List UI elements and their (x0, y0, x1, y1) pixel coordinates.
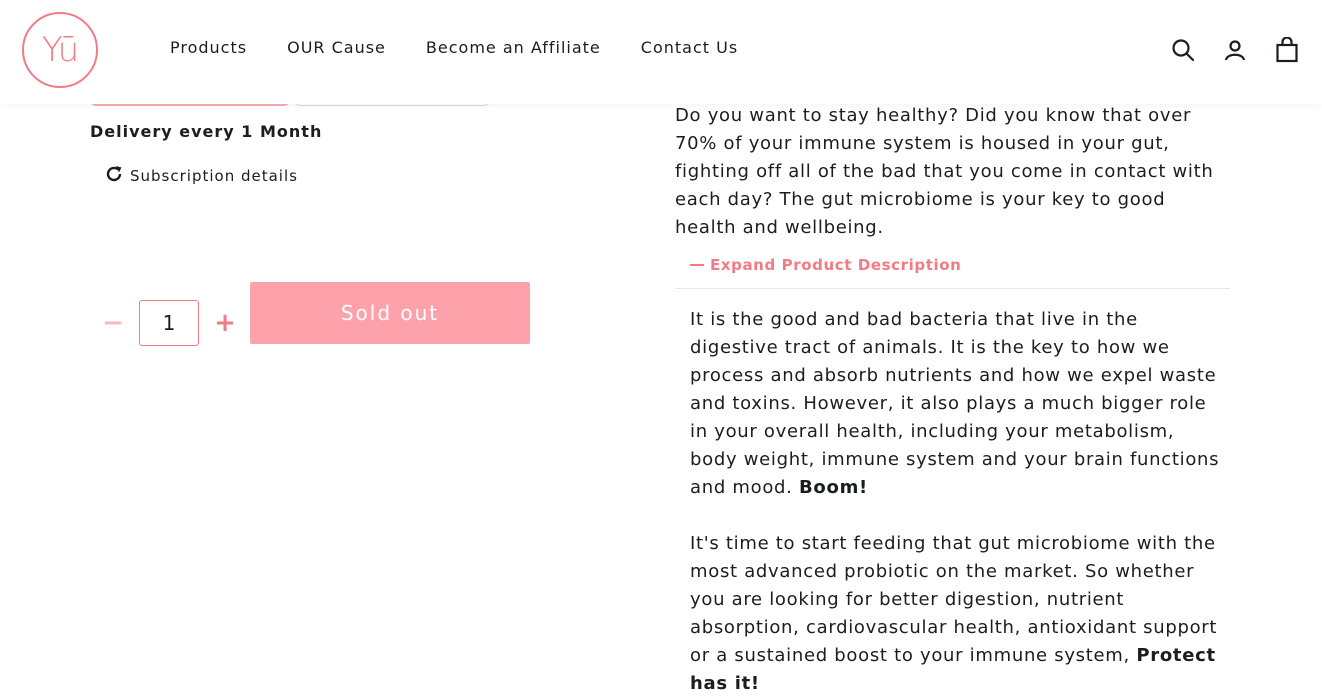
refresh-icon (104, 164, 124, 188)
brand-logo[interactable]: Yū (22, 12, 98, 88)
nav-item-products[interactable]: Products (170, 38, 247, 57)
quantity-increase-button[interactable]: + (212, 308, 238, 338)
collapse-dash-icon (690, 264, 704, 266)
expand-description-toggle[interactable]: Expand Product Description (690, 256, 961, 274)
account-icon[interactable] (1222, 34, 1248, 66)
header-icons (1170, 34, 1300, 66)
search-icon[interactable] (1170, 34, 1196, 66)
site-header: Yū Products OUR Cause Become an Affiliat… (0, 0, 1322, 104)
nav-item-become-affiliate[interactable]: Become an Affiliate (426, 38, 601, 57)
product-intro-text: Do you want to stay healthy? Did you kno… (675, 105, 1214, 238)
product-description: It is the good and bad bacteria that liv… (690, 306, 1220, 698)
quantity-decrease-button[interactable]: − (100, 308, 126, 338)
expand-description-label: Expand Product Description (710, 256, 962, 274)
delivery-frequency: Delivery every 1 Month (90, 122, 323, 141)
main-nav: Products OUR Cause Become an Affiliate C… (170, 38, 738, 57)
description-paragraph-1: It is the good and bad bacteria that liv… (690, 306, 1220, 502)
nav-item-contact-us[interactable]: Contact Us (641, 38, 738, 57)
nav-item-our-cause[interactable]: OUR Cause (287, 38, 386, 57)
description-paragraph-1-text: It is the good and bad bacteria that liv… (690, 309, 1220, 498)
cart-icon[interactable] (1274, 34, 1300, 66)
description-divider (675, 288, 1230, 289)
description-paragraph-1-bold: Boom! (799, 477, 868, 498)
subscription-details-label: Subscription details (130, 167, 298, 185)
quantity-input[interactable] (139, 300, 199, 346)
description-paragraph-2: It's time to start feeding that gut micr… (690, 530, 1220, 698)
quantity-stepper: − + (100, 300, 238, 346)
logo-text: Yū (41, 30, 79, 70)
subscription-details-link[interactable]: Subscription details (104, 164, 298, 188)
sold-out-button[interactable]: Sold out (250, 282, 530, 344)
